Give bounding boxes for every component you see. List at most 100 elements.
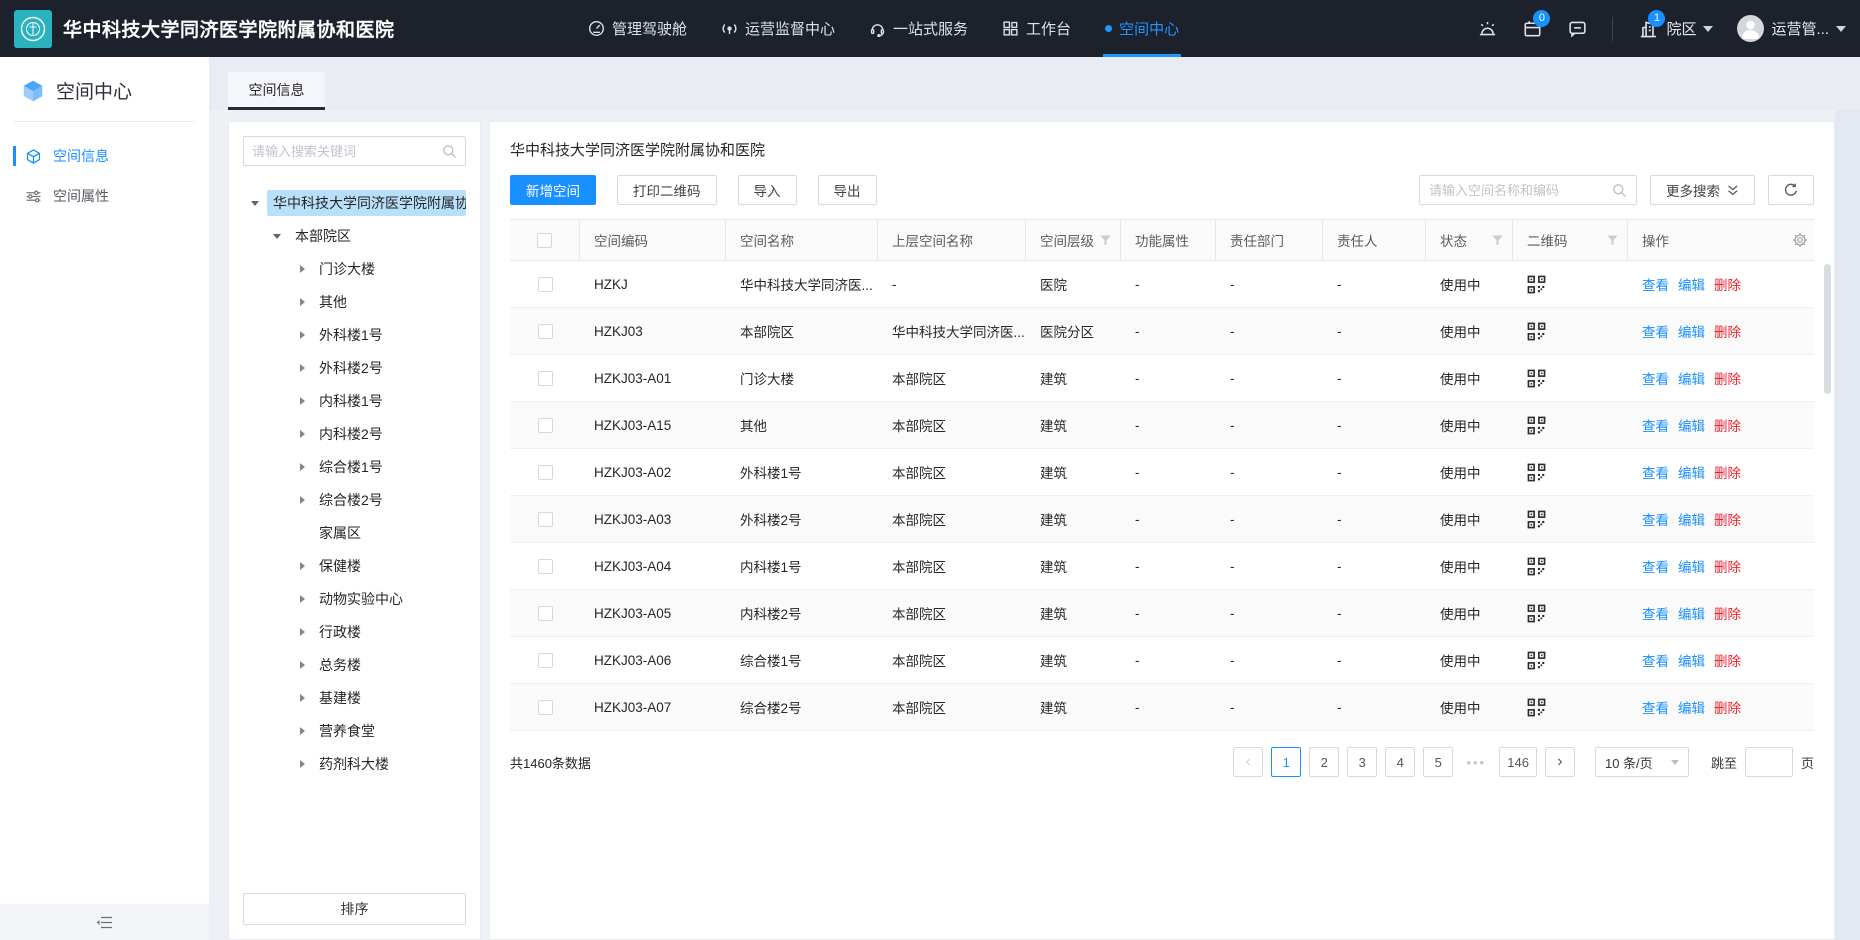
table-search-input[interactable] [1429, 183, 1612, 198]
tree-node[interactable]: 药剂科大楼 [243, 747, 466, 780]
edit-link[interactable]: 编辑 [1678, 603, 1705, 623]
sidebar-collapse-button[interactable] [0, 904, 209, 940]
qrcode-icon[interactable] [1527, 557, 1546, 576]
tree-caret-icon[interactable] [297, 760, 313, 768]
qrcode-icon[interactable] [1527, 369, 1546, 388]
tree-node-label[interactable]: 保健楼 [313, 553, 367, 579]
refresh-button[interactable] [1768, 175, 1814, 205]
row-checkbox[interactable] [538, 512, 553, 527]
view-link[interactable]: 查看 [1642, 415, 1669, 435]
add-space-button[interactable]: 新增空间 [510, 175, 596, 205]
schedule-button[interactable]: 0 [1522, 18, 1543, 39]
row-checkbox[interactable] [538, 465, 553, 480]
qrcode-icon[interactable] [1527, 416, 1546, 435]
nav-item-operation-monitor[interactable]: 运营监督中心 [721, 0, 835, 57]
tree-node-label[interactable]: 内科楼1号 [313, 388, 389, 414]
tree-node-label[interactable]: 动物实验中心 [313, 586, 409, 612]
page-button[interactable]: 2 [1309, 747, 1339, 777]
tree-node[interactable]: 内科楼1号 [243, 384, 466, 417]
tree-node[interactable]: 本部院区 [243, 219, 466, 252]
tree-node[interactable]: 外科楼2号 [243, 351, 466, 384]
tree-caret-icon[interactable] [297, 331, 313, 339]
page-button[interactable]: ‹ [1233, 747, 1263, 777]
tree-caret-icon[interactable] [297, 694, 313, 702]
edit-link[interactable]: 编辑 [1678, 321, 1705, 341]
user-menu[interactable]: 运营管... [1737, 15, 1846, 42]
tree-caret-icon[interactable] [297, 661, 313, 669]
jump-input[interactable] [1745, 747, 1793, 777]
edit-link[interactable]: 编辑 [1678, 556, 1705, 576]
print-qrcode-button[interactable]: 打印二维码 [617, 175, 717, 205]
more-search-button[interactable]: 更多搜索 [1650, 175, 1755, 205]
gear-icon[interactable] [1792, 232, 1808, 248]
tree-search-input[interactable] [252, 144, 442, 159]
tree-node-label[interactable]: 外科楼2号 [313, 355, 389, 381]
tree-node[interactable]: 总务楼 [243, 648, 466, 681]
select-all-checkbox[interactable] [537, 233, 552, 248]
filter-icon[interactable] [1492, 235, 1503, 246]
view-link[interactable]: 查看 [1642, 509, 1669, 529]
tree-node-label[interactable]: 内科楼2号 [313, 421, 389, 447]
tree-caret-icon[interactable] [297, 628, 313, 636]
tree-node-label[interactable]: 综合楼2号 [313, 487, 389, 513]
delete-link[interactable]: 删除 [1714, 697, 1741, 717]
view-link[interactable]: 查看 [1642, 650, 1669, 670]
sort-button[interactable]: 排序 [243, 893, 466, 925]
table-scrollbar-thumb[interactable] [1824, 264, 1831, 394]
campus-selector[interactable]: 1 院区 [1637, 18, 1713, 40]
edit-link[interactable]: 编辑 [1678, 368, 1705, 388]
edit-link[interactable]: 编辑 [1678, 509, 1705, 529]
page-button[interactable]: 3 [1347, 747, 1377, 777]
tree-node[interactable]: 华中科技大学同济医学院附属协... [243, 186, 466, 219]
tree-node[interactable]: 综合楼1号 [243, 450, 466, 483]
qrcode-icon[interactable] [1527, 651, 1546, 670]
tree-node[interactable]: 外科楼1号 [243, 318, 466, 351]
page-button[interactable]: 5 [1423, 747, 1453, 777]
delete-link[interactable]: 删除 [1714, 368, 1741, 388]
row-checkbox[interactable] [538, 700, 553, 715]
row-checkbox[interactable] [538, 418, 553, 433]
row-checkbox[interactable] [538, 653, 553, 668]
tree-node-label[interactable]: 华中科技大学同济医学院附属协... [267, 190, 466, 216]
tree-node[interactable]: 其他 [243, 285, 466, 318]
tree-node-label[interactable]: 行政楼 [313, 619, 367, 645]
tree-caret-icon[interactable] [273, 229, 289, 243]
export-button[interactable]: 导出 [818, 175, 877, 205]
page-button[interactable]: ••• [1461, 747, 1491, 777]
tree-caret-icon[interactable] [251, 196, 267, 210]
tree-node[interactable]: 动物实验中心 [243, 582, 466, 615]
qrcode-icon[interactable] [1527, 510, 1546, 529]
alarm-button[interactable] [1477, 18, 1498, 39]
tab-space-info[interactable]: 空间信息 [228, 72, 325, 110]
edit-link[interactable]: 编辑 [1678, 650, 1705, 670]
search-icon[interactable] [442, 144, 457, 159]
row-checkbox[interactable] [538, 606, 553, 621]
tree-node[interactable]: 综合楼2号 [243, 483, 466, 516]
tree-node-label[interactable]: 基建楼 [313, 685, 367, 711]
page-button[interactable]: 1 [1271, 747, 1301, 777]
tree-caret-icon[interactable] [297, 430, 313, 438]
delete-link[interactable]: 删除 [1714, 462, 1741, 482]
tree-caret-icon[interactable] [297, 364, 313, 372]
page-size-select[interactable]: 10 条/页 [1595, 747, 1689, 777]
tree-caret-icon[interactable] [297, 595, 313, 603]
tree-node-label[interactable]: 本部院区 [289, 223, 357, 249]
delete-link[interactable]: 删除 [1714, 603, 1741, 623]
nav-item-space-center[interactable]: 空间中心 [1105, 0, 1179, 57]
delete-link[interactable]: 删除 [1714, 556, 1741, 576]
view-link[interactable]: 查看 [1642, 321, 1669, 341]
sidebar-item-space-attributes[interactable]: 空间属性 [0, 176, 209, 216]
edit-link[interactable]: 编辑 [1678, 415, 1705, 435]
page-button[interactable]: › [1545, 747, 1575, 777]
qrcode-icon[interactable] [1527, 275, 1546, 294]
search-icon[interactable] [1612, 183, 1627, 198]
qrcode-icon[interactable] [1527, 698, 1546, 717]
tree-caret-icon[interactable] [297, 496, 313, 504]
import-button[interactable]: 导入 [738, 175, 797, 205]
tree-node-label[interactable]: 总务楼 [313, 652, 367, 678]
page-button[interactable]: 146 [1499, 747, 1537, 777]
edit-link[interactable]: 编辑 [1678, 462, 1705, 482]
view-link[interactable]: 查看 [1642, 274, 1669, 294]
tree-caret-icon[interactable] [297, 397, 313, 405]
tree-caret-icon[interactable] [297, 265, 313, 273]
